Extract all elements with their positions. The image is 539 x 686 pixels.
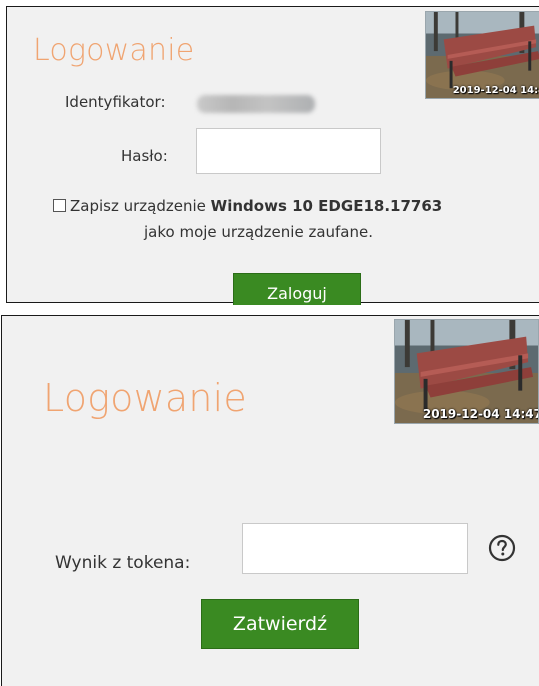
remember-prefix: Zapisz urządzenie <box>70 197 206 215</box>
token-label: Wynik z tokena: <box>55 553 191 573</box>
remember-device-row[interactable]: Zapisz urządzenie Windows 10 EDGE18.1776… <box>53 197 442 215</box>
device-name: Windows 10 EDGE18.17763 <box>210 197 443 215</box>
login-panel-step2: Logowanie 2019-12-04 14:47 Wynik z token… <box>1 315 539 686</box>
password-label: Hasło: <box>121 147 168 165</box>
confirm-button[interactable]: Zatwierdź <box>201 599 359 649</box>
identifier-value-blurred <box>197 95 315 113</box>
login-button[interactable]: Zaloguj <box>233 273 361 305</box>
photo-timestamp: 2019-12-04 14:45 <box>452 85 539 96</box>
page-title: Logowanie <box>33 33 195 68</box>
login-panel-step1: Logowanie 2019-12-04 14:45 Identyfikator… <box>6 6 539 305</box>
security-image: 2019-12-04 14:47 <box>394 319 539 424</box>
question-circle-icon[interactable] <box>488 534 516 562</box>
photo-timestamp: 2019-12-04 14:47 <box>422 407 539 421</box>
page-title: Logowanie <box>43 376 247 420</box>
remember-suffix: jako moje urządzenie zaufane. <box>144 223 373 241</box>
remember-device-checkbox[interactable] <box>53 199 66 212</box>
security-image: 2019-12-04 14:45 <box>425 11 539 99</box>
identifier-label: Identyfikator: <box>65 93 166 111</box>
token-input[interactable] <box>242 523 468 574</box>
password-input[interactable] <box>196 128 381 174</box>
